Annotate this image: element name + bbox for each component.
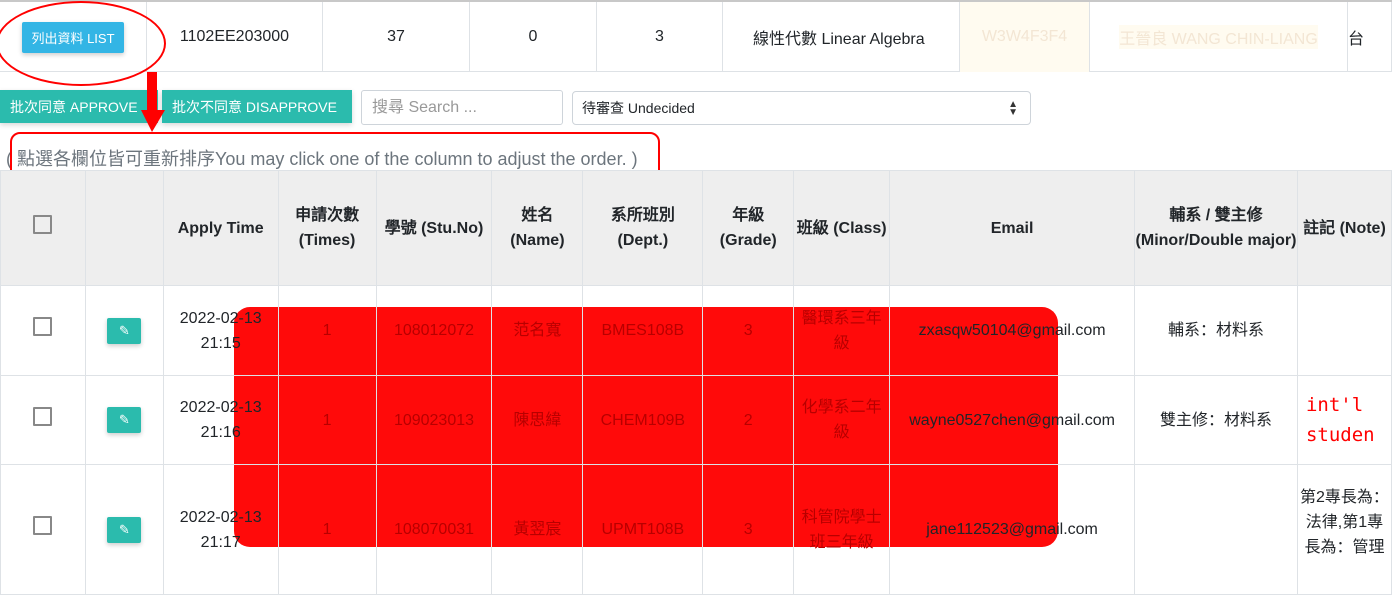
edit-cell: ✎ — [84, 464, 164, 595]
grade: 3 — [702, 285, 795, 376]
applications-table: Apply Time 申請次數 (Times) 學號 (Stu.No) 姓名 (… — [0, 170, 1392, 595]
name: 范名寬 — [491, 285, 584, 376]
note — [1296, 285, 1392, 376]
course-count-3: 3 — [597, 2, 723, 72]
header-note[interactable]: 註記 (Note) — [1296, 170, 1392, 286]
course-row: 列出資料 LIST 1102EE203000 37 0 3 線性代數 Linea… — [0, 2, 1392, 72]
header-minor[interactable]: 輔系 / 雙主修 (Minor/Double major) — [1134, 170, 1298, 286]
grade: 3 — [702, 464, 795, 595]
course-count-1: 37 — [323, 2, 470, 72]
course-count-2: 0 — [470, 2, 597, 72]
checkbox-cell — [0, 285, 86, 376]
select-all[interactable] — [0, 170, 86, 286]
apply-time: 2022-02-13 21:17 — [162, 464, 279, 595]
name: 黃翌宸 — [491, 464, 584, 595]
pencil-icon[interactable]: ✎ — [107, 407, 142, 433]
class: 科管院學士班三年級 — [793, 464, 891, 595]
email: zxasqw50104@gmail.com — [889, 285, 1136, 376]
header-apply-time[interactable]: Apply Time — [162, 170, 279, 286]
pencil-icon[interactable]: ✎ — [107, 516, 142, 543]
approve-button[interactable]: 批次同意 APPROVE — [0, 90, 158, 123]
header-dept[interactable]: 系所班別 (Dept.) — [582, 170, 704, 286]
note: int'l studen — [1296, 375, 1392, 465]
annotation-arrow-icon — [141, 72, 165, 132]
edit-cell: ✎ — [84, 285, 164, 376]
row-checkbox[interactable] — [33, 406, 53, 426]
table-row: ✎ 2022-02-13 21:16 1 109023013 陳思緯 CHEM1… — [0, 375, 1392, 465]
select-all-checkbox[interactable] — [33, 214, 53, 234]
grade: 2 — [702, 375, 795, 465]
disapprove-button[interactable]: 批次不同意 DISAPPROVE — [162, 90, 352, 123]
course-extra: 台 — [1348, 2, 1392, 72]
checkbox-cell — [0, 375, 86, 465]
course-name-text: 線性代數 Linear Algebra — [753, 31, 925, 48]
times: 1 — [277, 464, 377, 595]
header-class[interactable]: 班級 (Class) — [793, 170, 891, 286]
stu-no: 108012072 — [375, 285, 493, 376]
search-input[interactable]: 搜尋 Search ... — [361, 90, 563, 125]
email: jane112523@gmail.com — [889, 464, 1136, 595]
course-name: 線性代數 Linear Algebra — [723, 2, 960, 72]
toolbar: 批次同意 APPROVE 批次不同意 DISAPPROVE — [0, 90, 352, 123]
stu-no: 108070031 — [375, 464, 493, 595]
header-times[interactable]: 申請次數 (Times) — [277, 170, 377, 286]
sort-arrows-icon: ▲ ▼ — [1008, 99, 1018, 118]
dept: CHEM109B — [582, 375, 704, 465]
edit-cell: ✎ — [84, 375, 164, 465]
times: 1 — [277, 285, 377, 376]
table-row: ✎ 2022-02-13 21:17 1 108070031 黃翌宸 UPMT1… — [0, 464, 1392, 595]
class: 醫環系三年級 — [793, 285, 891, 376]
status-filter-value: 待審查 Undecided — [582, 100, 695, 116]
course-time: W3W4F3F4 — [960, 2, 1090, 72]
teacher-text: 王晉良 WANG CHIN-LIANG — [1119, 25, 1318, 49]
note: 第2專長為：法律,第1專長為：管理 — [1296, 464, 1392, 595]
apply-time: 2022-02-13 21:15 — [162, 285, 279, 376]
header-edit — [84, 170, 164, 286]
minor: 雙主修：材料系 — [1134, 375, 1298, 465]
row-checkbox[interactable] — [33, 516, 53, 535]
times: 1 — [277, 375, 377, 465]
status-filter-select[interactable]: 待審查 Undecided ▲ ▼ — [572, 91, 1031, 125]
table-row: ✎ 2022-02-13 21:15 1 108012072 范名寬 BMES1… — [0, 285, 1392, 376]
course-code: 1102EE203000 — [147, 2, 323, 72]
table-header: Apply Time 申請次數 (Times) 學號 (Stu.No) 姓名 (… — [0, 170, 1392, 286]
header-name[interactable]: 姓名 (Name) — [491, 170, 584, 286]
pencil-icon[interactable]: ✎ — [107, 317, 142, 344]
name: 陳思緯 — [491, 375, 584, 465]
course-teacher: 王晉良 WANG CHIN-LIANG — [1090, 2, 1348, 72]
header-stu-no[interactable]: 學號 (Stu.No) — [375, 170, 493, 286]
minor: 輔系：材料系 — [1134, 285, 1298, 376]
dept: UPMT108B — [582, 464, 704, 595]
dept: BMES108B — [582, 285, 704, 376]
checkbox-cell — [0, 464, 86, 595]
apply-time: 2022-02-13 21:16 — [162, 375, 279, 465]
stu-no: 109023013 — [375, 375, 493, 465]
minor — [1134, 464, 1298, 595]
email: wayne0527chen@gmail.com — [889, 375, 1136, 465]
header-email[interactable]: Email — [889, 170, 1136, 286]
header-grade[interactable]: 年級 (Grade) — [702, 170, 795, 286]
row-checkbox[interactable] — [33, 317, 53, 336]
class: 化學系二年級 — [793, 375, 891, 465]
